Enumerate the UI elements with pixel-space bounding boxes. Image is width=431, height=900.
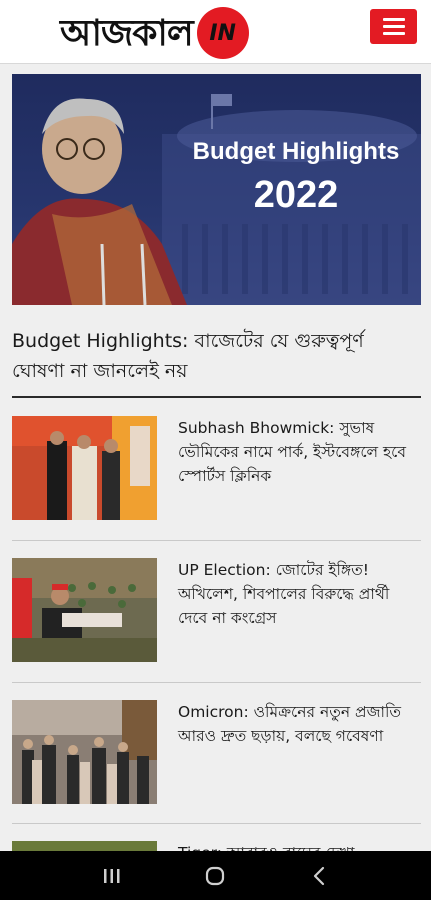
home-button[interactable] bbox=[195, 856, 235, 896]
article-divider bbox=[12, 823, 421, 824]
hero-image[interactable]: Budget Highlights 2022 bbox=[12, 74, 421, 305]
back-chevron-icon bbox=[314, 866, 325, 885]
section-divider bbox=[12, 396, 421, 398]
logo-in-text: IN bbox=[209, 20, 236, 46]
article-title: UP Election: জোটের ইঙ্গিত! অখিলেশ, শিবপা… bbox=[178, 561, 390, 627]
back-button[interactable] bbox=[299, 856, 339, 896]
logo-wordmark: আজকাল bbox=[60, 12, 194, 54]
system-navigation-bar bbox=[0, 851, 431, 900]
article-divider bbox=[12, 540, 421, 541]
hero-image-year: 2022 bbox=[253, 174, 339, 216]
article-divider bbox=[12, 682, 421, 683]
recent-apps-button[interactable] bbox=[92, 856, 132, 896]
article-item[interactable]: UP Election: জোটের ইঙ্গিত! অখিলেশ, শিবপা… bbox=[12, 558, 421, 662]
hamburger-menu-button[interactable] bbox=[370, 9, 417, 44]
article-thumbnail bbox=[12, 416, 157, 520]
article-thumbnail bbox=[12, 700, 157, 804]
recent-apps-icon bbox=[103, 868, 120, 883]
hero-image-title: Budget Highlights bbox=[192, 138, 400, 165]
article-title: Omicron: ওমিক্রনের নতুন প্রজাতি আরও দ্রু… bbox=[178, 703, 402, 745]
article-item[interactable]: Omicron: ওমিক্রনের নতুন প্রজাতি আরও দ্রু… bbox=[12, 700, 421, 804]
hero-headline-link[interactable]: Budget Highlights: বাজেটের যে গুরুত্বপূর… bbox=[12, 326, 417, 386]
logo-in-badge: IN bbox=[196, 7, 249, 59]
article-item[interactable]: Subhash Bhowmick: সুভাষ ভৌমিকের নামে পার… bbox=[12, 416, 421, 520]
article-thumbnail bbox=[12, 558, 157, 662]
site-logo[interactable]: আজকাল IN bbox=[60, 6, 322, 60]
home-circle-icon bbox=[206, 866, 225, 885]
article-title: Subhash Bhowmick: সুভাষ ভৌমিকের নামে পার… bbox=[178, 419, 407, 485]
app-header: আজকাল IN bbox=[0, 0, 431, 64]
hamburger-menu-icon bbox=[382, 18, 405, 21]
